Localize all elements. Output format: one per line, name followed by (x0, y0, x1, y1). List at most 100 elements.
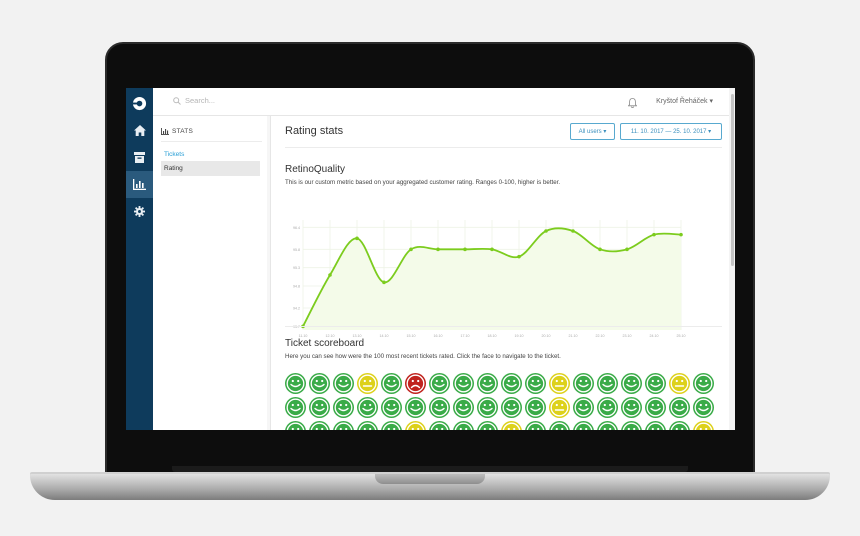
archive-icon[interactable] (126, 145, 153, 169)
x-tick-label: 18.10 (488, 334, 497, 338)
y-tick-label: 94.2 (293, 307, 300, 311)
sidebar-scrollbar[interactable] (267, 116, 270, 430)
rating-face-good-icon[interactable] (525, 397, 546, 418)
scoreboard-title: Ticket scoreboard (285, 338, 365, 349)
rating-face-good-icon[interactable] (573, 373, 594, 394)
rating-face-good-icon[interactable] (645, 373, 666, 394)
rating-face-good-icon[interactable] (453, 421, 474, 430)
rating-face-good-icon[interactable] (429, 421, 450, 430)
rating-face-good-icon[interactable] (477, 397, 498, 418)
bell-icon[interactable] (627, 95, 638, 113)
home-icon[interactable] (126, 118, 153, 142)
rating-face-good-icon[interactable] (333, 397, 354, 418)
search-icon (173, 96, 181, 105)
rating-face-good-icon[interactable] (453, 373, 474, 394)
logo-icon[interactable] (126, 90, 153, 116)
rating-face-good-icon[interactable] (477, 421, 498, 430)
rating-face-neutral-icon[interactable] (549, 373, 570, 394)
rating-face-neutral-icon[interactable] (693, 421, 714, 430)
section-divider (285, 326, 722, 327)
data-point (436, 247, 440, 252)
x-tick-label: 20.10 (542, 334, 551, 338)
data-point (571, 229, 575, 233)
rating-face-good-icon[interactable] (381, 373, 402, 394)
rating-face-good-icon[interactable] (381, 397, 402, 418)
sidebar-item-rating[interactable]: Rating (161, 161, 260, 176)
scoreboard-description: Here you can see how were the 100 most r… (285, 353, 561, 360)
rating-face-good-icon[interactable] (597, 373, 618, 394)
rating-face-good-icon[interactable] (333, 373, 354, 394)
rating-face-good-icon[interactable] (597, 421, 618, 430)
scrollbar-thumb[interactable] (731, 94, 734, 266)
rating-face-bad-icon[interactable] (405, 373, 426, 394)
header-divider (285, 147, 722, 148)
data-point (517, 254, 521, 259)
rating-face-good-icon[interactable] (669, 397, 690, 418)
data-point (598, 247, 602, 252)
rating-face-good-icon[interactable] (549, 421, 570, 430)
rating-face-good-icon[interactable] (621, 373, 642, 394)
rating-face-good-icon[interactable] (405, 397, 426, 418)
page-title: Rating stats (285, 125, 344, 137)
rating-face-good-icon[interactable] (309, 397, 330, 418)
data-point (679, 232, 683, 237)
rating-face-good-icon[interactable] (285, 373, 306, 394)
rating-face-good-icon[interactable] (309, 421, 330, 430)
rating-face-good-icon[interactable] (645, 397, 666, 418)
rating-face-good-icon[interactable] (525, 373, 546, 394)
rating-face-good-icon[interactable] (573, 397, 594, 418)
x-tick-label: 21.10 (569, 334, 578, 338)
rating-face-good-icon[interactable] (525, 421, 546, 430)
x-tick-label: 25.10 (677, 334, 686, 338)
rating-face-good-icon[interactable] (693, 397, 714, 418)
x-tick-label: 17.10 (461, 334, 470, 338)
rating-face-neutral-icon[interactable] (501, 421, 522, 430)
rating-face-good-icon[interactable] (453, 397, 474, 418)
data-point (355, 236, 359, 241)
rating-face-good-icon[interactable] (621, 397, 642, 418)
rating-face-neutral-icon[interactable] (405, 421, 426, 430)
rating-face-good-icon[interactable] (285, 397, 306, 418)
rating-face-good-icon[interactable] (429, 373, 450, 394)
rating-face-neutral-icon[interactable] (549, 397, 570, 418)
data-point (544, 229, 548, 233)
rating-face-good-icon[interactable] (357, 397, 378, 418)
search-input[interactable]: Search... (173, 96, 215, 105)
rating-face-good-icon[interactable] (645, 421, 666, 430)
rating-face-good-icon[interactable] (285, 421, 306, 430)
y-tick-label: 95.8 (293, 248, 300, 252)
rating-face-good-icon[interactable] (477, 373, 498, 394)
rating-face-good-icon[interactable] (669, 421, 690, 430)
stats-icon[interactable] (126, 171, 153, 198)
rating-face-good-icon[interactable] (309, 373, 330, 394)
x-tick-label: 23.10 (623, 334, 632, 338)
rating-face-good-icon[interactable] (357, 421, 378, 430)
users-filter-button[interactable]: All users ▾ (570, 123, 615, 140)
data-point (328, 273, 332, 277)
user-menu[interactable]: Kryštof Řeháček ▾ (656, 97, 713, 105)
date-range-button[interactable]: 11. 10. 2017 — 25. 10. 2017 ▾ (620, 123, 722, 140)
rating-face-good-icon[interactable] (573, 421, 594, 430)
rating-face-good-icon[interactable] (693, 373, 714, 394)
rating-face-good-icon[interactable] (501, 397, 522, 418)
face-row (285, 421, 715, 430)
app-screen: Search... Kryštof Řeháček ▾ STATS Ticket… (126, 88, 735, 430)
x-tick-label: 22.10 (596, 334, 605, 338)
rating-face-neutral-icon[interactable] (669, 373, 690, 394)
rating-face-good-icon[interactable] (381, 421, 402, 430)
sidebar-item-tickets[interactable]: Tickets (164, 151, 184, 158)
rating-face-good-icon[interactable] (501, 373, 522, 394)
sidebar-heading-label: STATS (172, 128, 193, 135)
data-point (463, 247, 467, 252)
gear-icon[interactable] (126, 199, 153, 223)
data-point (409, 247, 413, 252)
nav-rail (126, 88, 153, 430)
rating-face-neutral-icon[interactable] (357, 373, 378, 394)
rating-face-good-icon[interactable] (429, 397, 450, 418)
rating-face-good-icon[interactable] (597, 397, 618, 418)
rating-face-good-icon[interactable] (333, 421, 354, 430)
retino-title: RetinoQuality (285, 164, 346, 175)
bar-chart-icon (161, 128, 169, 135)
page-scrollbar[interactable] (729, 88, 735, 430)
rating-face-good-icon[interactable] (621, 421, 642, 430)
